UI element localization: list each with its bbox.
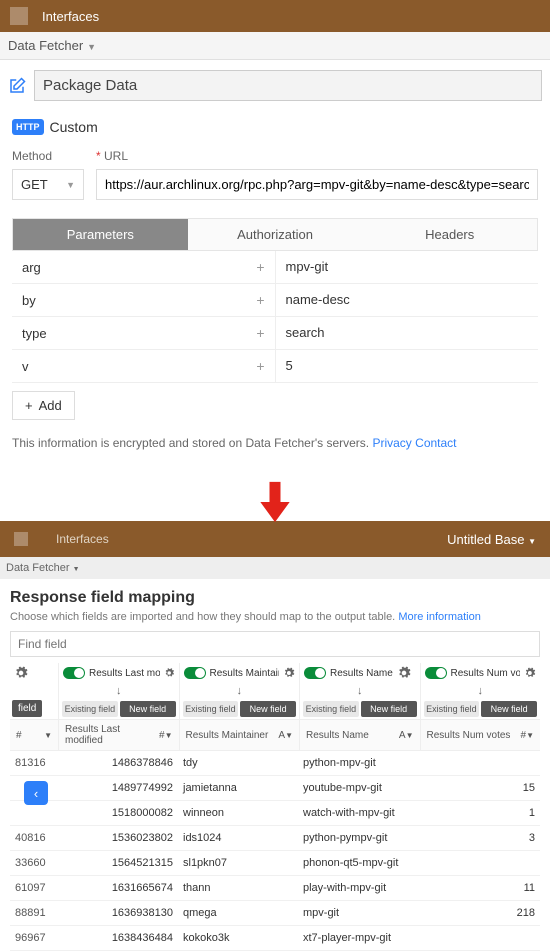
table-row[interactable]: 96967 1638436484 kokoko3k xt7-player-mpv… (10, 926, 540, 951)
chevron-down-icon: ▼ (528, 537, 536, 546)
plus-icon: + (25, 398, 33, 413)
plus-icon[interactable]: + (256, 358, 264, 374)
plus-icon[interactable]: + (256, 325, 264, 341)
param-row: by+ name-desc (12, 284, 538, 317)
gear-icon[interactable] (14, 666, 28, 680)
table-row[interactable]: 33660 1564521315 sl1pkn07 phonon-qt5-mpv… (10, 851, 540, 876)
http-icon: HTTP (12, 119, 44, 135)
find-field-input[interactable] (10, 631, 540, 657)
tab-authorization[interactable]: Authorization (188, 219, 363, 250)
mapping-title: Response field mapping (10, 589, 540, 607)
column-name: Results Num votes (451, 668, 521, 679)
arrow-down-icon (0, 480, 550, 527)
column-header: Results Last modified (58, 663, 179, 683)
params-list: arg+ mpv-git by+ name-desc type+ search … (12, 251, 538, 383)
base-selector[interactable]: Untitled Base ▼ (447, 532, 536, 547)
contact-link[interactable]: Contact (415, 436, 456, 450)
new-field-pill[interactable]: New field (361, 701, 417, 717)
param-value-input[interactable]: 5 (276, 350, 539, 382)
arrow-down-icon: ↓ (299, 683, 420, 699)
breadcrumb[interactable]: Data Fetcher▼ (0, 32, 550, 60)
existing-field-pill[interactable]: Existing field (183, 701, 239, 717)
table-row[interactable]: 61097 1631665674 thann play-with-mpv-git… (10, 876, 540, 901)
field-pill[interactable]: field (12, 700, 42, 717)
column-toggle[interactable] (304, 667, 326, 679)
column-name: Results Maintainer (210, 668, 280, 679)
gear-icon[interactable] (524, 666, 536, 680)
plus-icon[interactable]: + (256, 292, 264, 308)
param-key-input[interactable]: type+ (12, 317, 276, 349)
column-toggle[interactable] (425, 667, 447, 679)
new-field-pill[interactable]: New field (481, 701, 537, 717)
existing-field-pill[interactable]: Existing field (424, 701, 480, 717)
request-type-badge: HTTP Custom (12, 119, 98, 135)
table-row[interactable]: 1518000082 winneon watch-with-mpv-git 1 (10, 801, 540, 826)
gear-icon[interactable] (283, 666, 295, 680)
new-field-pill[interactable]: New field (240, 701, 296, 717)
table-row[interactable]: 81316 1486378846 tdy python-mpv-git (10, 751, 540, 776)
column-toggle[interactable] (63, 667, 85, 679)
arrow-down-icon: ↓ (420, 683, 541, 699)
privacy-link[interactable]: Privacy (372, 436, 411, 450)
breadcrumb[interactable]: Data Fetcher ▼ (0, 557, 550, 579)
gear-icon[interactable] (164, 666, 174, 680)
url-label: * URL (96, 149, 538, 163)
tab-headers[interactable]: Headers (362, 219, 537, 250)
new-field-pill[interactable]: New field (120, 701, 176, 717)
column-header: Results Num votes (420, 663, 541, 683)
app-logo-icon (14, 532, 28, 546)
column-name: Results Name (330, 668, 393, 679)
param-key-input[interactable]: arg+ (12, 251, 276, 283)
column-name: Results Last modified (89, 668, 160, 679)
param-row: type+ search (12, 317, 538, 350)
table-row[interactable]: 40816 1536023802 ids1024 python-pympv-gi… (10, 826, 540, 851)
existing-field-pill[interactable]: Existing field (62, 701, 118, 717)
table-row[interactable]: 88891 1636938130 qmega mpv-git 218 (10, 901, 540, 926)
arrow-down-icon: ↓ (58, 683, 179, 699)
param-value-input[interactable]: name-desc (276, 284, 539, 316)
request-name-input[interactable] (34, 70, 542, 101)
plus-icon[interactable]: + (256, 259, 264, 275)
column-subhead[interactable]: Results Last modified#▼ (58, 719, 179, 751)
back-button[interactable]: ‹ (24, 781, 48, 805)
add-button[interactable]: +Add (12, 391, 75, 420)
column-header: Results Maintainer (179, 663, 300, 683)
method-label: Method (12, 149, 84, 163)
column-subhead[interactable]: Results MaintainerA▼ (179, 719, 300, 751)
param-row: arg+ mpv-git (12, 251, 538, 284)
interfaces-link[interactable]: Interfaces (56, 532, 109, 546)
more-info-link[interactable]: More information (398, 611, 481, 623)
column-subhead[interactable]: Results NameA▼ (299, 719, 420, 751)
request-tabs: Parameters Authorization Headers (12, 218, 538, 251)
edit-icon[interactable] (8, 77, 26, 95)
existing-field-pill[interactable]: Existing field (303, 701, 359, 717)
arrow-down-icon: ↓ (179, 683, 300, 699)
param-row: v+ 5 (12, 350, 538, 383)
column-subhead[interactable]: Results Num votes#▼ (420, 719, 541, 751)
param-key-input[interactable]: v+ (12, 350, 276, 382)
chevron-down-icon: ▼ (66, 180, 75, 190)
method-select[interactable]: GET▼ (12, 169, 84, 200)
column-header: Results Name (299, 663, 420, 683)
table-row[interactable]: 1489774992 jamietanna youtube-mpv-git 15 (10, 776, 540, 801)
column-subhead[interactable]: #▼ (10, 719, 58, 751)
param-value-input[interactable]: mpv-git (276, 251, 539, 283)
param-key-input[interactable]: by+ (12, 284, 276, 316)
chevron-down-icon: ▼ (87, 42, 96, 52)
param-value-input[interactable]: search (276, 317, 539, 349)
mapping-subtitle: Choose which fields are imported and how… (10, 611, 540, 623)
gear-icon[interactable] (397, 666, 411, 680)
url-input[interactable] (96, 169, 538, 200)
column-toggle[interactable] (184, 667, 206, 679)
interfaces-link[interactable]: Interfaces (42, 9, 99, 24)
top-bar: Interfaces (0, 0, 550, 32)
results-table: 81316 1486378846 tdy python-mpv-git 1489… (10, 751, 540, 951)
chevron-down-icon: ▼ (73, 566, 80, 573)
encryption-note: This information is encrypted and stored… (8, 428, 542, 464)
app-logo-icon (10, 7, 28, 25)
tab-parameters[interactable]: Parameters (13, 219, 188, 250)
